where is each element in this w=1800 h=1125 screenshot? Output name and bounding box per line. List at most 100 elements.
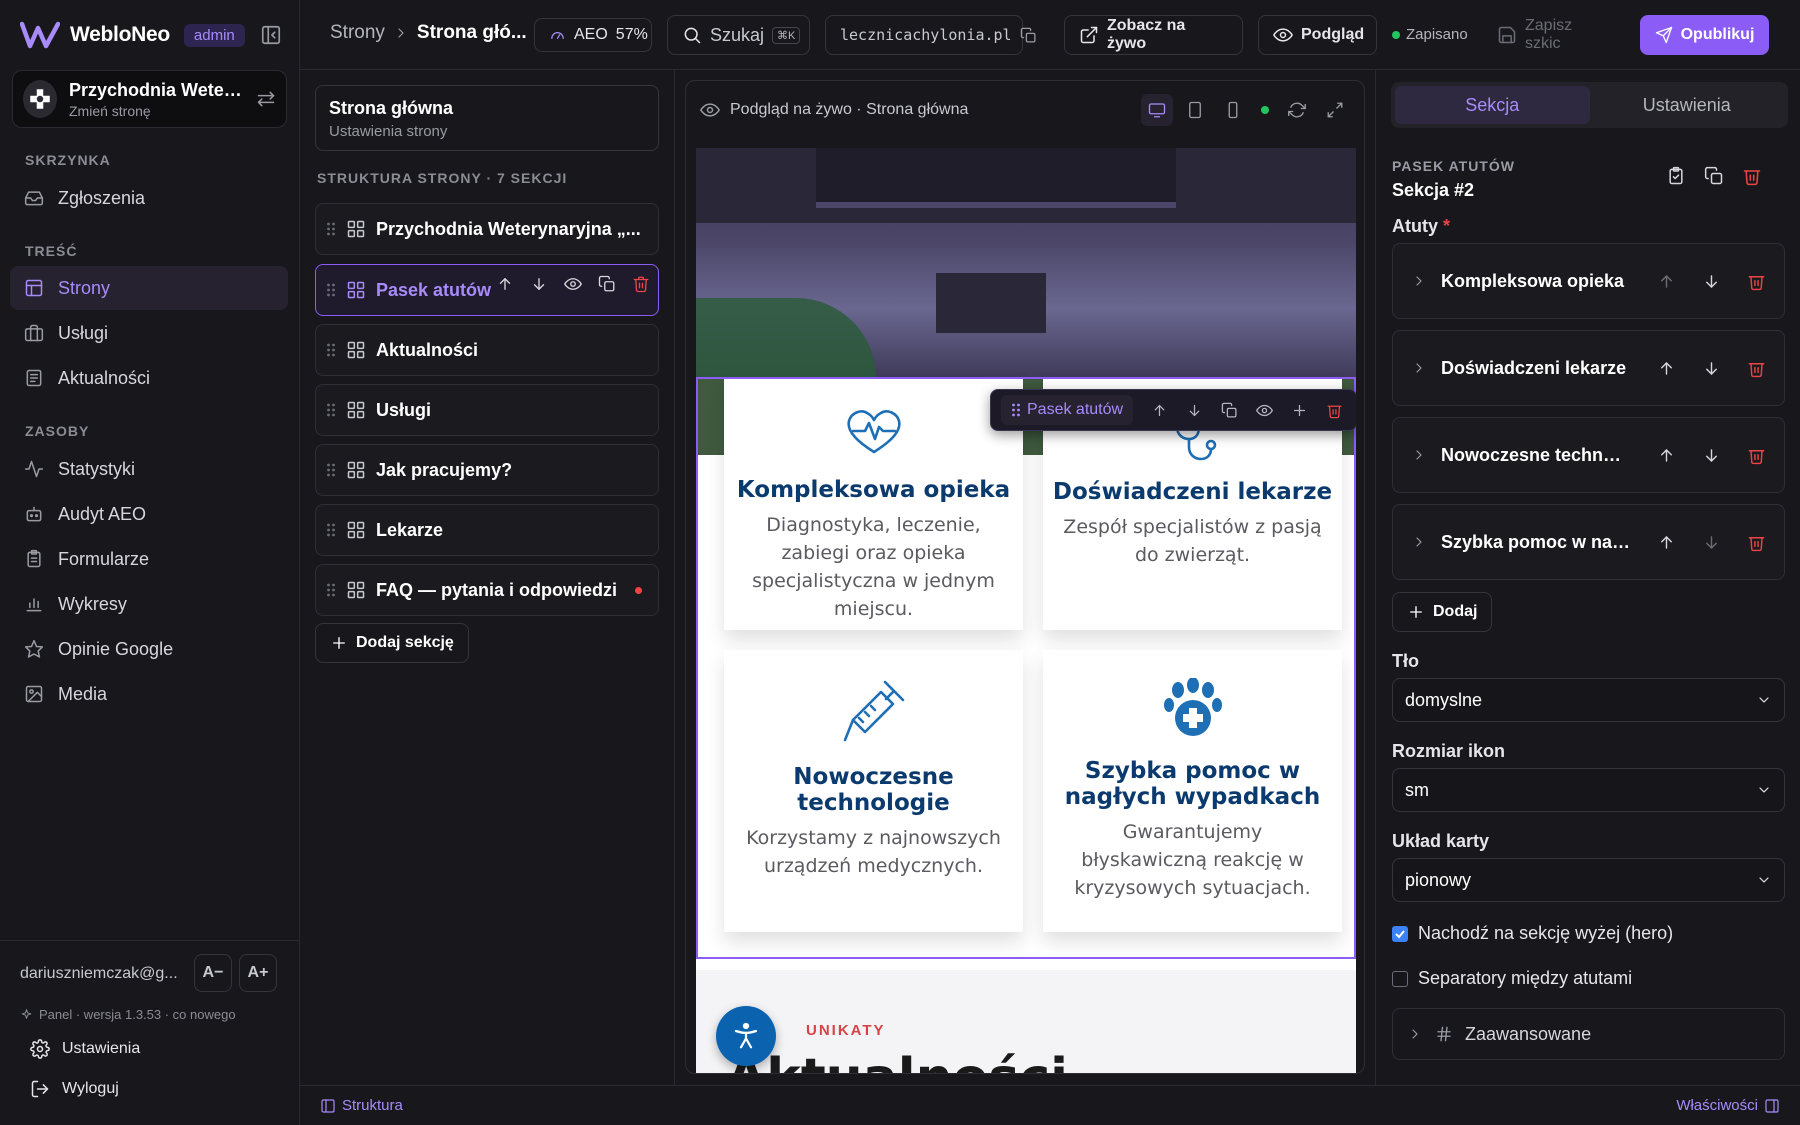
trash-icon[interactable] bbox=[1747, 272, 1766, 291]
arrow-down-icon[interactable] bbox=[530, 275, 548, 293]
trash-icon[interactable] bbox=[1747, 359, 1766, 378]
arrow-down-icon[interactable] bbox=[1702, 446, 1721, 465]
chevron-right-icon[interactable] bbox=[1411, 360, 1427, 376]
trash-icon[interactable] bbox=[1747, 446, 1766, 465]
trash-icon[interactable] bbox=[1747, 533, 1766, 552]
drag-handle-icon[interactable] bbox=[326, 221, 336, 237]
atut-item[interactable]: Kompleksowa opieka bbox=[1392, 243, 1785, 319]
nav-item-zgloszenia[interactable]: Zgłoszenia bbox=[10, 176, 288, 220]
card-layout-select[interactable]: pionowy bbox=[1392, 858, 1785, 902]
separators-checkbox[interactable]: Separatory między atutami bbox=[1392, 968, 1632, 989]
arrow-up-icon[interactable] bbox=[1657, 446, 1676, 465]
checkbox-checked-icon[interactable] bbox=[1392, 925, 1408, 942]
domain-copy[interactable]: lecznicachylonia.pl bbox=[825, 15, 1036, 55]
add-atut-button[interactable]: Dodaj bbox=[1392, 592, 1493, 632]
section-item-faq[interactable]: FAQ — pytania i odpowiedzi bbox=[315, 564, 659, 616]
nav-item-statystyki[interactable]: Statystyki bbox=[10, 447, 288, 491]
arrow-up-icon[interactable] bbox=[496, 275, 514, 293]
trash-icon[interactable] bbox=[632, 275, 650, 293]
arrow-up-icon[interactable] bbox=[1657, 533, 1676, 552]
section-item-lekarze[interactable]: Lekarze bbox=[315, 504, 659, 556]
font-increase-button[interactable]: A+ bbox=[239, 954, 277, 992]
eye-icon[interactable] bbox=[1256, 402, 1273, 419]
atut-item[interactable]: Nowoczesne technol... bbox=[1392, 417, 1785, 493]
nav-item-uslugi[interactable]: Usługi bbox=[10, 311, 288, 355]
tab-ustawienia[interactable]: Ustawienia bbox=[1590, 86, 1785, 124]
arrow-down-icon[interactable] bbox=[1702, 533, 1721, 552]
aeo-score-badge[interactable]: AEO 57% bbox=[534, 18, 652, 52]
duplicate-icon[interactable] bbox=[598, 275, 616, 293]
add-section-button[interactable]: Dodaj sekcję bbox=[315, 623, 469, 663]
nav-item-strony[interactable]: Strony bbox=[10, 266, 288, 310]
nav-item-wykresy[interactable]: Wykresy bbox=[10, 582, 288, 626]
copy-icon[interactable] bbox=[1020, 27, 1037, 44]
tab-sekcja[interactable]: Sekcja bbox=[1395, 86, 1590, 124]
search-input[interactable]: Szukaj ⌘K bbox=[667, 15, 810, 55]
tablet-icon[interactable] bbox=[1179, 94, 1211, 126]
accessibility-button[interactable] bbox=[716, 1006, 776, 1066]
site-switcher[interactable]: Przychodnia Weterynaryjna Zmień stronę bbox=[12, 70, 287, 128]
arrow-up-icon[interactable] bbox=[1151, 402, 1168, 419]
drag-handle-icon[interactable] bbox=[326, 342, 336, 358]
section-item-jak-pracujemy[interactable]: Jak pracujemy? bbox=[315, 444, 659, 496]
preview-canvas[interactable]: Kompleksowa opieka Diagnostyka, leczenie… bbox=[696, 148, 1356, 1073]
preview-header: Podgląd na żywo · Strona główna bbox=[686, 81, 1364, 139]
toggle-properties-button[interactable]: Właściwości bbox=[1676, 1097, 1780, 1114]
arrow-down-icon[interactable] bbox=[1702, 272, 1721, 291]
arrow-up-icon[interactable] bbox=[1657, 359, 1676, 378]
clipboard-paste-icon[interactable] bbox=[1666, 166, 1686, 186]
trash-icon[interactable] bbox=[1326, 402, 1343, 419]
arrow-up-icon[interactable] bbox=[1657, 272, 1676, 291]
nav-item-opinie-google[interactable]: Opinie Google bbox=[10, 627, 288, 671]
section-item-hero[interactable]: Przychodnia Weterynaryjna „... bbox=[315, 203, 659, 255]
nav-item-audyt-aeo[interactable]: Audyt AEO bbox=[10, 492, 288, 536]
page-settings-card[interactable]: Strona główna Ustawienia strony bbox=[315, 85, 659, 151]
refresh-icon[interactable] bbox=[1281, 94, 1313, 126]
section-item-aktualnosci[interactable]: Aktualności bbox=[315, 324, 659, 376]
drag-handle-icon[interactable] bbox=[326, 522, 336, 538]
version-info[interactable]: Panel · wersja 1.3.53 · co nowego bbox=[20, 1007, 236, 1022]
fullscreen-icon[interactable] bbox=[1319, 94, 1351, 126]
section-item-uslugi[interactable]: Usługi bbox=[315, 384, 659, 436]
section-item-pasek-atutow[interactable]: Pasek atutów bbox=[315, 264, 659, 316]
view-live-button[interactable]: Zobacz na żywo bbox=[1064, 15, 1243, 55]
save-draft-button[interactable]: Zapisz szkic bbox=[1483, 15, 1626, 55]
settings-link[interactable]: Ustawienia bbox=[30, 1039, 140, 1059]
section-pasek-atutow[interactable]: Kompleksowa opieka Diagnostyka, leczenie… bbox=[696, 377, 1356, 959]
advanced-accordion[interactable]: Zaawansowane bbox=[1392, 1008, 1785, 1060]
external-link-icon bbox=[1079, 25, 1099, 45]
desktop-icon[interactable] bbox=[1141, 94, 1173, 126]
toggle-structure-button[interactable]: Struktura bbox=[320, 1097, 403, 1114]
duplicate-icon[interactable] bbox=[1221, 402, 1238, 419]
arrow-down-icon[interactable] bbox=[1186, 402, 1203, 419]
checkbox-empty-icon[interactable] bbox=[1392, 970, 1408, 987]
bg-select[interactable]: domyslne bbox=[1392, 678, 1785, 722]
drag-handle-icon[interactable] bbox=[326, 402, 336, 418]
chevron-right-icon[interactable] bbox=[1411, 447, 1427, 463]
breadcrumb-item[interactable]: Strony bbox=[330, 22, 385, 44]
arrow-down-icon[interactable] bbox=[1702, 359, 1721, 378]
nav-item-formularze[interactable]: Formularze bbox=[10, 537, 288, 581]
sidebar-collapse-icon[interactable] bbox=[260, 24, 282, 46]
publish-button[interactable]: Opublikuj bbox=[1640, 15, 1769, 55]
plus-icon[interactable] bbox=[1291, 402, 1308, 419]
nav-item-aktualnosci[interactable]: Aktualności bbox=[10, 356, 288, 400]
chevron-right-icon[interactable] bbox=[1411, 534, 1427, 550]
drag-handle-icon[interactable] bbox=[326, 462, 336, 478]
mobile-icon[interactable] bbox=[1217, 94, 1249, 126]
nav-item-media[interactable]: Media bbox=[10, 672, 288, 716]
floating-section-handle[interactable]: Pasek atutów bbox=[1001, 395, 1134, 425]
drag-handle-icon[interactable] bbox=[326, 282, 336, 298]
preview-button[interactable]: Podgląd bbox=[1258, 15, 1377, 55]
duplicate-icon[interactable] bbox=[1704, 166, 1724, 186]
overlap-checkbox[interactable]: Nachodź na sekcję wyżej (hero) bbox=[1392, 923, 1673, 944]
atut-item[interactable]: Szybka pomoc w nag... bbox=[1392, 504, 1785, 580]
trash-icon[interactable] bbox=[1742, 166, 1762, 186]
chevron-right-icon[interactable] bbox=[1411, 273, 1427, 289]
eye-icon[interactable] bbox=[564, 275, 582, 293]
drag-handle-icon[interactable] bbox=[326, 582, 336, 598]
font-decrease-button[interactable]: A− bbox=[194, 954, 232, 992]
logout-link[interactable]: Wyloguj bbox=[30, 1079, 119, 1099]
atut-item[interactable]: Doświadczeni lekarze bbox=[1392, 330, 1785, 406]
icon-size-select[interactable]: sm bbox=[1392, 768, 1785, 812]
